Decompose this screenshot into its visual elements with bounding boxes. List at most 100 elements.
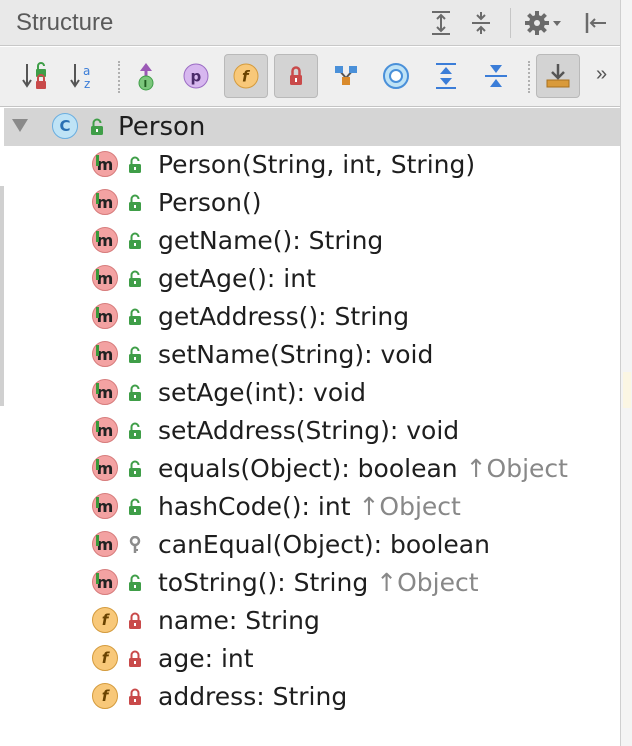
toolbar-separator <box>528 61 530 93</box>
public-lock-icon <box>129 574 141 591</box>
svg-text:p: p <box>191 68 202 86</box>
tree-row-method[interactable]: m canEqual(Object): boolean <box>4 526 620 564</box>
tree-row-method[interactable]: m hashCode(): int ↑Object <box>4 488 620 526</box>
collapse-all-icon[interactable] <box>464 6 498 40</box>
public-lock-icon <box>129 232 141 249</box>
member-signature: equals(Object): boolean ↑Object <box>158 454 568 483</box>
tree-row-field[interactable]: f age: int <box>4 640 620 678</box>
tree-row-method[interactable]: m toString(): String ↑Object <box>4 564 620 602</box>
sort-az-icon: a z <box>70 64 90 91</box>
autoscroll-from-source-button[interactable] <box>536 54 580 98</box>
public-lock-icon <box>129 308 141 325</box>
toolbar-separator <box>118 61 120 93</box>
member-signature: address: String <box>158 682 347 711</box>
show-properties-button[interactable]: p <box>174 54 218 98</box>
tree-row-method[interactable]: m getName(): String <box>4 222 620 260</box>
method-icon: m <box>92 455 118 481</box>
protected-key-icon <box>129 536 141 553</box>
svg-text:I: I <box>144 79 148 90</box>
sort-alphabetically-button[interactable]: a z <box>62 54 106 98</box>
structure-panel-header: Structure <box>0 0 620 46</box>
collapse-all-button[interactable] <box>474 54 518 98</box>
field-icon: f <box>92 683 118 709</box>
show-inherited-button[interactable]: I <box>124 54 168 98</box>
editor-edge <box>620 0 632 746</box>
tree-row-method[interactable]: m Person() <box>4 184 620 222</box>
lock-icon <box>290 66 302 85</box>
show-hierarchy-button[interactable] <box>324 54 368 98</box>
kind-glyph: m <box>96 192 114 212</box>
tree-row-class[interactable]: C Person <box>4 108 620 146</box>
show-fields-button[interactable]: f <box>224 54 268 98</box>
method-icon: m <box>92 531 118 557</box>
tree-row-field[interactable]: f address: String <box>4 678 620 716</box>
tree-row-method[interactable]: m getAge(): int <box>4 260 620 298</box>
titlebar-separator <box>510 8 511 38</box>
settings-gear-icon[interactable] <box>522 6 566 40</box>
sort-visibility-icon <box>22 62 46 89</box>
method-icon: m <box>92 341 118 367</box>
tree-row-method[interactable]: m getAddress(): String <box>4 298 620 336</box>
member-signature: getAddress(): String <box>158 302 409 331</box>
kind-glyph: m <box>96 268 114 288</box>
implementation-marker-icon <box>96 497 99 508</box>
public-lock-icon <box>129 498 141 515</box>
show-non-public-button[interactable] <box>274 54 318 98</box>
panel-title: Structure <box>16 9 114 36</box>
member-label: setAddress(String): void <box>158 416 460 445</box>
tree-row-method[interactable]: m setAddress(String): void <box>4 412 620 450</box>
kind-glyph: f <box>101 611 109 629</box>
tree-row-field[interactable]: f name: String <box>4 602 620 640</box>
field-icon: f <box>233 63 259 89</box>
implementation-marker-icon <box>96 269 99 280</box>
toolbar-overflow-button[interactable]: » <box>596 63 607 86</box>
implementation-marker-icon <box>96 535 99 546</box>
edge-marker <box>623 372 631 408</box>
implementation-marker-icon <box>96 383 99 394</box>
structure-toolbar: a z I p f » <box>0 47 620 107</box>
class-icon: C <box>52 113 78 139</box>
inherited-from-label: ↑Object <box>358 492 461 521</box>
implementation-marker-icon <box>96 307 99 318</box>
member-label: name: String <box>158 606 320 635</box>
expand-all-button[interactable] <box>424 54 468 98</box>
collapse-triangle-icon[interactable] <box>12 119 28 132</box>
public-lock-icon <box>91 118 103 135</box>
kind-glyph: f <box>101 649 109 667</box>
class-name: Person <box>118 112 206 142</box>
sort-by-visibility-button[interactable] <box>14 54 58 98</box>
kind-glyph: m <box>96 496 114 516</box>
member-signature: toString(): String ↑Object <box>158 568 479 597</box>
method-icon: m <box>92 569 118 595</box>
private-lock-icon <box>129 650 141 667</box>
member-signature: age: int <box>158 644 254 673</box>
implementation-marker-icon <box>96 459 99 470</box>
member-signature: Person() <box>158 188 262 217</box>
kind-glyph: m <box>96 344 114 364</box>
expand-icon <box>436 63 456 89</box>
kind-glyph: m <box>96 382 114 402</box>
hide-panel-icon[interactable] <box>578 6 612 40</box>
tree-row-method[interactable]: m setName(String): void <box>4 336 620 374</box>
implementation-marker-icon <box>96 573 99 584</box>
method-icon: m <box>92 417 118 443</box>
member-label: equals(Object): boolean <box>158 454 458 483</box>
member-signature: getName(): String <box>158 226 383 255</box>
expand-all-icon[interactable] <box>424 6 458 40</box>
show-anonymous-button[interactable] <box>374 54 418 98</box>
tree-row-method[interactable]: m Person(String, int, String) <box>4 146 620 184</box>
implementation-marker-icon <box>96 193 99 204</box>
tree-row-method[interactable]: m setAge(int): void <box>4 374 620 412</box>
public-lock-icon <box>129 194 141 211</box>
tree-row-method[interactable]: m equals(Object): boolean ↑Object <box>4 450 620 488</box>
kind-glyph: m <box>96 420 114 440</box>
autoscroll-icon <box>546 64 570 88</box>
field-icon: f <box>92 607 118 633</box>
kind-glyph: m <box>96 534 114 554</box>
method-icon: m <box>92 379 118 405</box>
private-lock-icon <box>129 612 141 629</box>
collapse-icon <box>485 65 507 87</box>
kind-glyph: m <box>96 230 114 250</box>
member-label: getName(): String <box>158 226 384 255</box>
public-lock-icon <box>129 384 141 401</box>
